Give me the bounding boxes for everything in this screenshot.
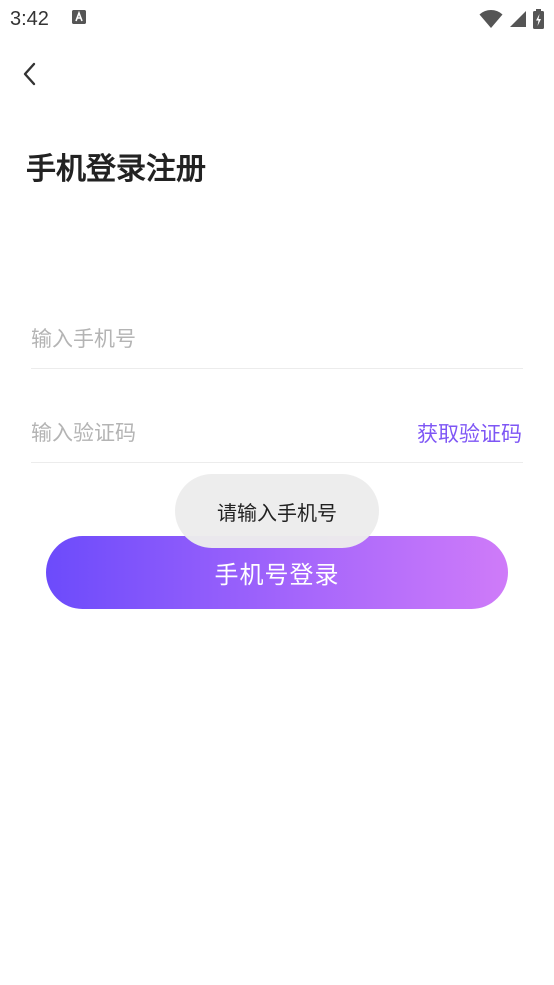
code-field-row: 获取验证码 [31, 404, 523, 463]
battery-charging-icon [533, 9, 544, 29]
back-button[interactable] [12, 58, 48, 94]
toast-message: 请输入手机号 [175, 474, 379, 548]
signal-icon [509, 10, 527, 28]
notification-a-icon [72, 10, 86, 24]
wifi-icon [479, 9, 503, 29]
chevron-left-icon [20, 62, 40, 90]
phone-input[interactable] [31, 319, 523, 359]
phone-field-row [31, 310, 523, 369]
status-icons [479, 8, 544, 30]
page-title: 手机登录注册 [26, 152, 206, 187]
login-screen: 3:42 手机登录注册 输入手机号 输入验证码 获取验证码 手机号登录 请输入手… [0, 0, 554, 985]
get-code-button[interactable]: 获取验证码 [417, 418, 522, 448]
corner-decoration [0, 978, 6, 984]
status-time: 3:42 [10, 8, 49, 30]
verification-code-input[interactable] [31, 413, 417, 453]
status-bar: 3:42 [0, 0, 554, 38]
